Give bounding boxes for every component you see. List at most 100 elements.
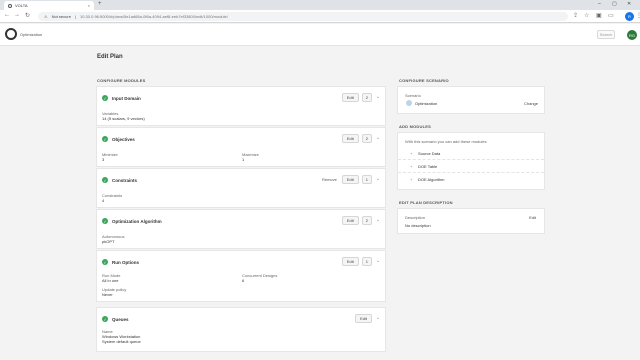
check-icon: ✓: [102, 136, 108, 142]
change-scenario-button[interactable]: Change: [524, 101, 538, 106]
separator: |: [74, 14, 76, 19]
edit-button[interactable]: Edit: [355, 314, 372, 323]
module-run-options: ✓ Run Options Edit 1 ^ Run Mode All in on…: [96, 250, 386, 302]
add-modules-panel: With this scenario you can add these mod…: [397, 132, 545, 190]
bookmark-icon[interactable]: ☆: [584, 12, 589, 19]
browser-profile-avatar[interactable]: R: [625, 12, 634, 21]
module-name: Input Domain: [112, 95, 141, 101]
module-constraints: ✓ Constraints Remove Edit 1 ^ Constraints…: [96, 168, 386, 208]
module-optimization-algorithm: ✓ Optimization Algorithm Edit 2 ^ Autonom…: [96, 209, 386, 249]
add-module-label: Source Data: [418, 151, 441, 156]
field-label: Concurrent Designs: [242, 273, 278, 278]
collapse-icon[interactable]: ^: [375, 95, 381, 100]
configure-modules-heading: CONFIGURE MODULES: [97, 78, 146, 83]
check-icon: ✓: [102, 177, 108, 183]
module-name: Optimization Algorithm: [112, 218, 162, 224]
tab-close-icon[interactable]: ×: [88, 3, 90, 8]
plus-icon: +: [410, 164, 413, 169]
field-value: 1: [242, 157, 245, 162]
field-label: Minimize: [102, 152, 118, 157]
field-value: pkOPT: [102, 239, 115, 244]
module-count[interactable]: 1: [361, 257, 372, 266]
module-count[interactable]: 1: [361, 175, 372, 184]
scenario-icon: [406, 100, 412, 106]
check-icon: ✓: [102, 259, 108, 265]
reload-icon[interactable]: ↻: [25, 12, 30, 19]
scenario-value: Optimization: [415, 101, 438, 106]
app-header: [0, 24, 640, 46]
field-value: 14 (5 scalars, 9 vectors): [102, 116, 145, 121]
collapse-icon[interactable]: ^: [375, 218, 381, 223]
window-close-icon[interactable]: ✕: [627, 1, 631, 7]
edit-button[interactable]: Edit: [341, 175, 359, 184]
module-count[interactable]: 2: [361, 134, 372, 143]
plan-description-heading: EDIT PLAN DESCRIPTION: [399, 200, 453, 205]
edit-button[interactable]: Edit: [341, 216, 359, 225]
description-value: No description: [405, 223, 431, 228]
warning-icon: ⚠: [44, 14, 48, 19]
add-module-item[interactable]: + Source Data: [398, 147, 544, 160]
add-module-item[interactable]: + DOE Algorithm: [398, 173, 544, 186]
browser-tab-strip: [0, 0, 640, 10]
share-icon[interactable]: ⇪: [573, 12, 578, 19]
user-avatar[interactable]: RG: [627, 30, 637, 40]
edit-button[interactable]: Edit: [341, 134, 359, 143]
module-count[interactable]: 2: [361, 216, 372, 225]
scenario-label: Scenario: [405, 93, 421, 98]
not-secure-label: Not secure: [51, 14, 71, 19]
app-title: Optimization: [20, 32, 43, 37]
browser-tab[interactable]: VOLTA ×: [4, 1, 94, 10]
check-icon: ✓: [102, 95, 108, 101]
field-value: 6: [242, 278, 245, 283]
maximize-icon[interactable]: ▢: [612, 1, 617, 7]
remove-button[interactable]: Remove: [322, 177, 337, 182]
check-icon: ✓: [102, 316, 108, 322]
configure-scenario-heading: CONFIGURE SCENARIO: [399, 78, 449, 83]
tab-title: VOLTA: [15, 3, 28, 8]
favicon-icon: [8, 3, 12, 8]
module-name: Constraints: [112, 177, 138, 183]
module-queues: ✓ Queues Edit ^ Name Windows Workstation …: [96, 307, 386, 352]
field-value: 3: [102, 157, 105, 162]
module-objectives: ✓ Objectives Edit 2 ^ Minimize 3 Maximize…: [96, 127, 386, 167]
plan-description-panel: Description Edit No description: [397, 208, 545, 234]
page-title: Edit Plan: [97, 54, 123, 60]
field-value: All in one: [102, 278, 119, 283]
edit-description-button[interactable]: Edit: [529, 215, 536, 220]
add-modules-intro: With this scenario you can add these mod…: [405, 139, 487, 144]
extensions-icon[interactable]: ▣: [596, 12, 602, 19]
url-text: 10.30.0.96:5000/#/plans/5e1ad68a-0f6a-40…: [79, 14, 228, 19]
module-name: Run Options: [112, 259, 139, 265]
edit-button[interactable]: Edit: [341, 93, 359, 102]
field-value: Never: [102, 292, 113, 297]
collapse-icon[interactable]: ^: [375, 259, 381, 264]
module-count[interactable]: 2: [361, 93, 372, 102]
address-bar[interactable]: ⚠ Not secure | 10.30.0.96:5000/#/plans/5…: [38, 12, 568, 21]
field-label: Maximize: [242, 152, 259, 157]
collapse-icon[interactable]: ^: [375, 177, 381, 182]
module-name: Queues: [112, 316, 129, 322]
sidebar-icon[interactable]: ▭: [608, 12, 614, 19]
add-module-label: DOE Table: [418, 164, 438, 169]
app-logo[interactable]: [5, 28, 17, 40]
forward-icon[interactable]: →: [14, 12, 20, 18]
edit-button[interactable]: Edit: [341, 257, 359, 266]
module-input-domain: ✓ Input Domain Edit 2 ^ Variables 14 (5 s…: [96, 86, 386, 126]
search-button[interactable]: Search: [597, 30, 615, 39]
minimize-icon[interactable]: –: [598, 1, 601, 7]
back-icon[interactable]: ←: [4, 12, 10, 18]
browser-menu-icon[interactable]: ⋮: [636, 12, 640, 19]
description-label: Description: [405, 215, 426, 220]
add-module-item[interactable]: + DOE Table: [398, 160, 544, 173]
field-label: Constraints: [102, 193, 123, 198]
add-modules-heading: ADD MODULES: [399, 124, 431, 129]
plus-icon: +: [410, 177, 413, 182]
module-name: Objectives: [112, 136, 135, 142]
collapse-icon[interactable]: ^: [375, 136, 381, 141]
check-icon: ✓: [102, 218, 108, 224]
scenario-panel: Scenario Optimization Change: [397, 86, 545, 114]
new-tab-icon[interactable]: +: [98, 1, 102, 7]
plus-icon: +: [410, 151, 413, 156]
field-value: 4: [102, 198, 105, 203]
collapse-icon[interactable]: ^: [375, 316, 381, 321]
